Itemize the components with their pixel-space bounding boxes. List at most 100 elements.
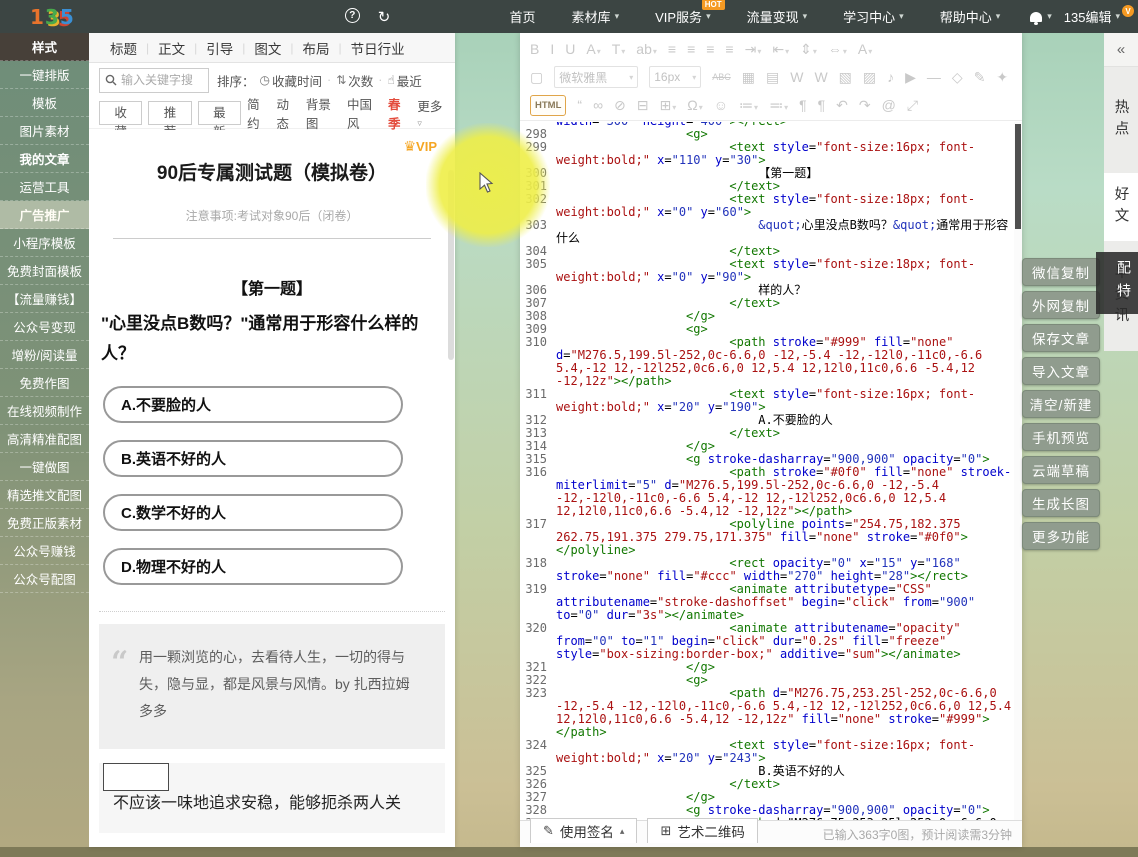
wechat-copy-button[interactable]: 微信复制 [1022,258,1100,286]
sidebar-item[interactable]: 一键排版 [0,61,89,89]
save-article-button[interactable]: 保存文章 [1022,324,1100,352]
magic-wand-icon[interactable]: ✦ [996,70,1008,84]
filter-link-simple[interactable]: 简约 [247,94,270,132]
mention-icon[interactable]: @ [882,98,896,112]
word-import-icon[interactable]: W [790,70,803,84]
filter-link-background[interactable]: 背景图 [306,94,341,132]
editor-scrollbar[interactable] [1014,122,1022,821]
sort-by-favorite-time[interactable]: ◷收藏时间 [260,71,323,90]
import-article-button[interactable]: 导入文章 [1022,357,1100,385]
highlight-icon[interactable]: ab▾ [636,42,657,56]
align-center-icon[interactable]: ≡ [687,42,695,56]
topnav-item[interactable]: 首页 [494,0,552,33]
sidebar-item[interactable]: 免费封面模板 [0,257,89,285]
sidebar-item[interactable]: 公众号配图 [0,565,89,593]
sidebar-item[interactable]: 小程序模板 [0,229,89,257]
unordered-list-icon[interactable]: ≕▾ [769,98,788,112]
code-line[interactable]: 305 <text style="font-size:18px; font-we… [520,258,1014,284]
font-family-select[interactable]: 微软雅黑▾ [554,66,638,88]
underline-icon[interactable]: U [565,42,575,56]
topnav-item[interactable]: 流量变现▾ [731,0,824,33]
filter-link-more[interactable]: 更多▿ [417,96,445,129]
tab-title[interactable]: 标题 [101,38,146,58]
tab-imagetext[interactable]: 图文 [245,38,290,58]
external-copy-button[interactable]: 外网复制 [1022,291,1100,319]
bold-icon[interactable]: B [530,42,539,56]
table-icon[interactable]: ▦ [742,70,755,84]
music-icon[interactable]: ♪ [887,70,894,84]
code-line[interactable]: 320 <animate attributename="opacity" fro… [520,622,1014,661]
outdent-icon[interactable]: ⇤▾ [772,42,789,56]
topnav-item[interactable]: 素材库▾ [556,0,636,33]
search-box[interactable] [99,68,209,93]
filter-link-dynamic[interactable]: 动态 [277,94,300,132]
eraser-icon[interactable]: ◇ [952,70,963,84]
code-line[interactable]: 323 <path d="M276.75,253.25l-252,0c-6.6,… [520,687,1014,739]
fullscreen-icon[interactable]: ⤢ [907,98,918,112]
notifications-button[interactable]: ▾ [1030,11,1052,22]
image-icon[interactable]: ▤ [766,70,779,84]
screenshot-icon[interactable]: ▨ [863,70,876,84]
align-justify-icon[interactable]: ≡ [725,42,733,56]
filter-recommended-button[interactable]: 推荐 [148,101,191,125]
sidebar-item[interactable]: 精选推文配图 [0,481,89,509]
more-functions-button[interactable]: 更多功能 [1022,522,1100,550]
line-height-icon[interactable]: ⇕▾ [800,42,817,56]
user-menu[interactable]: 135编辑 V ▾ [1058,7,1138,26]
emoji-icon[interactable]: ☺ [714,98,728,112]
ordered-list-icon[interactable]: ≔▾ [739,98,758,112]
tab-layout[interactable]: 布局 [294,38,339,58]
code-line[interactable]: 311 <text style="font-size:16px; font-we… [520,388,1014,414]
topnav-item[interactable]: VIP服务HOT▾ [639,0,727,33]
preview-scrollbar[interactable] [448,170,454,360]
help-icon[interactable]: ? [345,8,360,23]
sidebar-item[interactable]: 图片素材 [0,117,89,145]
generate-long-image-button[interactable]: 生成长图 [1022,489,1100,517]
app-logo[interactable]: 135 [30,5,75,29]
refresh-icon[interactable]: ↻ [378,8,391,26]
sidebar-item[interactable]: 高清精准配图 [0,425,89,453]
code-line[interactable]: 319 <animate attributetype="CSS" attribu… [520,583,1014,622]
code-line[interactable]: 302 <text style="font-size:18px; font-we… [520,193,1014,219]
sidebar-item[interactable]: 免费正版素材 [0,509,89,537]
align-left-icon[interactable]: ≡ [668,42,676,56]
blockquote-icon[interactable]: “ [577,98,582,112]
paragraph-back-icon[interactable]: ¶ [818,98,826,112]
html-source-view[interactable]: width="300" height="400"></rect>298 <g>2… [520,122,1014,821]
article-preview[interactable]: ♛VIP 90后专属测试题（模拟卷） 注意事项:考试对象90后（闭卷） 【第一题… [89,130,455,847]
code-line[interactable]: 318 <rect opacity="0" x="15" y="168" str… [520,557,1014,583]
paragraph-forward-icon[interactable]: ¶ [799,98,807,112]
sidebar-item[interactable]: 公众号变现 [0,313,89,341]
filter-link-spring[interactable]: 春季 [388,94,411,132]
format-brush-icon[interactable]: ✎ [974,70,986,84]
indent-icon[interactable]: ⇥▾ [745,42,762,56]
sort-by-recent[interactable]: ☝最近 [387,71,421,90]
art-qrcode-button[interactable]: ⊞ 艺术二维码 [647,818,757,843]
video-icon[interactable]: ▶ [905,70,916,84]
search-input[interactable] [121,73,199,87]
filter-link-chinese-style[interactable]: 中国风 [347,94,382,132]
collapse-rail-button[interactable]: « [1104,33,1138,67]
redo-icon[interactable]: ↷ [859,98,871,112]
undo-icon[interactable]: ↶ [836,98,848,112]
font-color-icon[interactable]: A▾ [586,42,600,56]
code-line[interactable]: 317 <polyline points="254.75,182.375 262… [520,518,1014,557]
code-line[interactable]: 316 <path stroke="#0f0" fill="none" stro… [520,466,1014,518]
filter-newest-button[interactable]: 最新 [198,101,241,125]
sidebar-item[interactable]: 在线视频制作 [0,397,89,425]
code-line[interactable]: 303 &quot;心里没点B数吗？&quot;通常用于形容什么 [520,219,1014,245]
sidebar-item[interactable]: 增粉/阅读量 [0,341,89,369]
word-clean-icon[interactable]: W [814,70,827,84]
sidebar-item[interactable]: 模板 [0,89,89,117]
link-icon[interactable]: ∞ [593,98,603,112]
sidebar-item[interactable]: 【流量赚钱】 [0,285,89,313]
tab-guide[interactable]: 引导 [197,38,242,58]
editor-scrollbar-thumb[interactable] [1015,124,1021,229]
letter-spacing-icon[interactable]: ⇔▾ [828,42,847,56]
sidebar-item[interactable]: 一键做图 [0,453,89,481]
rail-tab-hot[interactable]: 热点 [1104,67,1138,173]
align-right-icon[interactable]: ≡ [706,42,714,56]
tab-body[interactable]: 正文 [149,38,194,58]
sidebar-item[interactable]: 公众号赚钱 [0,537,89,565]
tab-festival[interactable]: 节日行业 [342,38,414,58]
